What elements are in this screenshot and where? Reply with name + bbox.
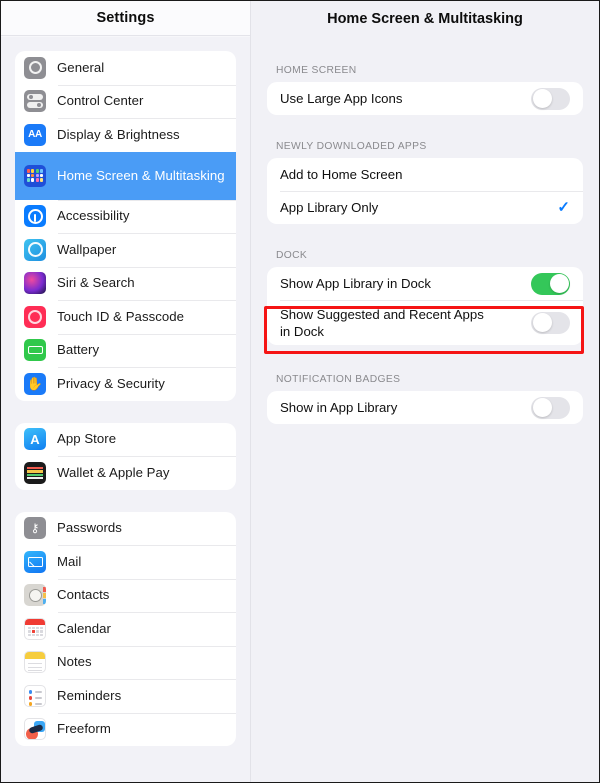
row-label: Show Suggested and Recent Apps in Dock — [280, 306, 484, 339]
sidebar-header: Settings — [1, 1, 250, 36]
checkmark-icon: ✓ — [557, 199, 570, 216]
row-use-large-app-icons[interactable]: Use Large App Icons — [267, 82, 583, 115]
sidebar-item-passwords[interactable]: ⚷ Passwords — [15, 512, 236, 546]
settings-sidebar: Settings General Control Center AA Displ… — [1, 1, 251, 782]
sidebar-item-label: Passwords — [57, 520, 122, 536]
calendar-icon — [24, 617, 46, 640]
display-brightness-icon: AA — [24, 123, 46, 146]
passwords-key-icon: ⚷ — [24, 517, 46, 540]
control-center-icon — [24, 90, 46, 113]
row-label: Show in App Library — [280, 400, 398, 415]
section-header-home-screen: HOME SCREEN — [276, 65, 357, 76]
sidebar-item-notes[interactable]: Notes — [15, 645, 236, 680]
row-label: Add to Home Screen — [280, 167, 403, 182]
wallet-icon — [24, 461, 46, 484]
reminders-icon — [24, 684, 46, 707]
section-header-newly-downloaded-apps: NEWLY DOWNLOADED APPS — [276, 141, 427, 152]
sidebar-item-label: Reminders — [57, 687, 122, 703]
notes-icon — [24, 651, 46, 674]
toggle-show-suggested-and-recent-apps-in-dock[interactable] — [531, 311, 570, 334]
key-glyph: ⚷ — [30, 521, 40, 536]
sidebar-item-siri-search[interactable]: Siri & Search — [15, 266, 236, 301]
row-show-in-app-library[interactable]: Show in App Library — [267, 391, 583, 424]
ipad-settings-window: Settings General Control Center AA Displ… — [0, 0, 600, 783]
sidebar-item-freeform[interactable]: Freeform — [15, 712, 236, 747]
sidebar-item-label: Battery — [57, 342, 100, 358]
sidebar-item-label: Home Screen & Multitasking — [57, 167, 225, 183]
sidebar-scroll-area[interactable]: General Control Center AA Display & Brig… — [1, 37, 250, 782]
sidebar-item-wallpaper[interactable]: Wallpaper — [15, 233, 236, 267]
section-header-dock: DOCK — [276, 250, 308, 261]
sidebar-item-label: Wallpaper — [57, 241, 117, 257]
row-show-suggested-and-recent-apps-in-dock[interactable]: Show Suggested and Recent Apps in Dock — [267, 300, 583, 345]
sidebar-item-label: Freeform — [57, 721, 111, 737]
sidebar-item-calendar[interactable]: Calendar — [15, 612, 236, 646]
detail-header: Home Screen & Multitasking — [251, 1, 599, 36]
freeform-icon — [24, 718, 46, 741]
toggle-show-in-app-library[interactable] — [531, 396, 570, 419]
toggle-show-app-library-in-dock[interactable] — [531, 272, 570, 295]
battery-icon — [24, 339, 46, 362]
hand-glyph: ✋ — [26, 376, 44, 392]
sidebar-item-app-store[interactable]: A App Store — [15, 423, 236, 457]
sidebar-item-label: Siri & Search — [57, 275, 135, 291]
sidebar-item-reminders[interactable]: Reminders — [15, 679, 236, 713]
sidebar-item-label: Control Center — [57, 93, 144, 109]
contacts-icon — [24, 584, 46, 607]
card-notification-badges: Show in App Library — [267, 391, 583, 424]
mail-icon — [24, 550, 46, 573]
sidebar-item-label: Privacy & Security — [57, 375, 165, 391]
sidebar-item-label: Wallet & Apple Pay — [57, 464, 170, 480]
siri-icon — [24, 272, 46, 295]
row-show-app-library-in-dock[interactable]: Show App Library in Dock — [267, 267, 583, 300]
sidebar-item-label: Display & Brightness — [57, 126, 180, 142]
sidebar-item-label: Mail — [57, 553, 82, 569]
row-app-library-only[interactable]: App Library Only ✓ — [267, 191, 583, 224]
sidebar-title: Settings — [96, 10, 155, 26]
row-add-to-home-screen[interactable]: Add to Home Screen — [267, 158, 583, 191]
sidebar-item-home-screen-multitasking[interactable]: Home Screen & Multitasking — [15, 151, 236, 200]
sidebar-item-contacts[interactable]: Contacts — [15, 578, 236, 613]
row-label: App Library Only — [280, 200, 379, 215]
wallpaper-icon — [24, 238, 46, 261]
sidebar-item-privacy-security[interactable]: ✋ Privacy & Security — [15, 367, 236, 401]
sidebar-group-system: General Control Center AA Display & Brig… — [15, 51, 236, 401]
app-store-icon: A — [24, 428, 46, 451]
card-dock: Show App Library in Dock Show Suggested … — [267, 267, 583, 345]
sidebar-item-mail[interactable]: Mail — [15, 545, 236, 579]
row-label: Show App Library in Dock — [280, 276, 431, 291]
sidebar-item-label: Notes — [57, 654, 92, 670]
row-label: Use Large App Icons — [280, 91, 403, 106]
section-header-notification-badges: NOTIFICATION BADGES — [276, 374, 401, 385]
privacy-hand-icon: ✋ — [24, 372, 46, 395]
card-newly-downloaded-apps: Add to Home Screen App Library Only ✓ — [267, 158, 583, 224]
sidebar-item-label: Calendar — [57, 620, 111, 636]
sidebar-group-store: A App Store Wallet & Apple Pay — [15, 422, 236, 490]
gear-icon — [24, 56, 46, 79]
sidebar-item-battery[interactable]: Battery — [15, 333, 236, 368]
accessibility-icon — [24, 205, 46, 228]
sidebar-item-wallet-apple-pay[interactable]: Wallet & Apple Pay — [15, 456, 236, 490]
sidebar-item-control-center[interactable]: Control Center — [15, 84, 236, 119]
sidebar-item-display-brightness[interactable]: AA Display & Brightness — [15, 118, 236, 152]
touch-id-icon — [24, 305, 46, 328]
toggle-use-large-app-icons[interactable] — [531, 87, 570, 110]
card-home-screen: Use Large App Icons — [267, 82, 583, 115]
sidebar-item-label: General — [57, 59, 105, 75]
sidebar-item-accessibility[interactable]: Accessibility — [15, 199, 236, 234]
sidebar-item-touch-id-passcode[interactable]: Touch ID & Passcode — [15, 300, 236, 334]
sidebar-item-label: Touch ID & Passcode — [57, 308, 185, 324]
sidebar-item-label: Accessibility — [57, 208, 130, 224]
sidebar-item-label: App Store — [57, 431, 117, 447]
page-title: Home Screen & Multitasking — [327, 10, 523, 27]
home-screen-icon — [24, 164, 46, 187]
detail-panel: Home Screen & Multitasking HOME SCREEN U… — [251, 1, 599, 782]
sidebar-item-general[interactable]: General — [15, 51, 236, 85]
detail-body: HOME SCREEN Use Large App Icons NEWLY DO… — [251, 65, 599, 424]
sidebar-group-apps: ⚷ Passwords Mail Contacts Calendar Notes… — [15, 511, 236, 747]
sidebar-item-label: Contacts — [57, 587, 110, 603]
